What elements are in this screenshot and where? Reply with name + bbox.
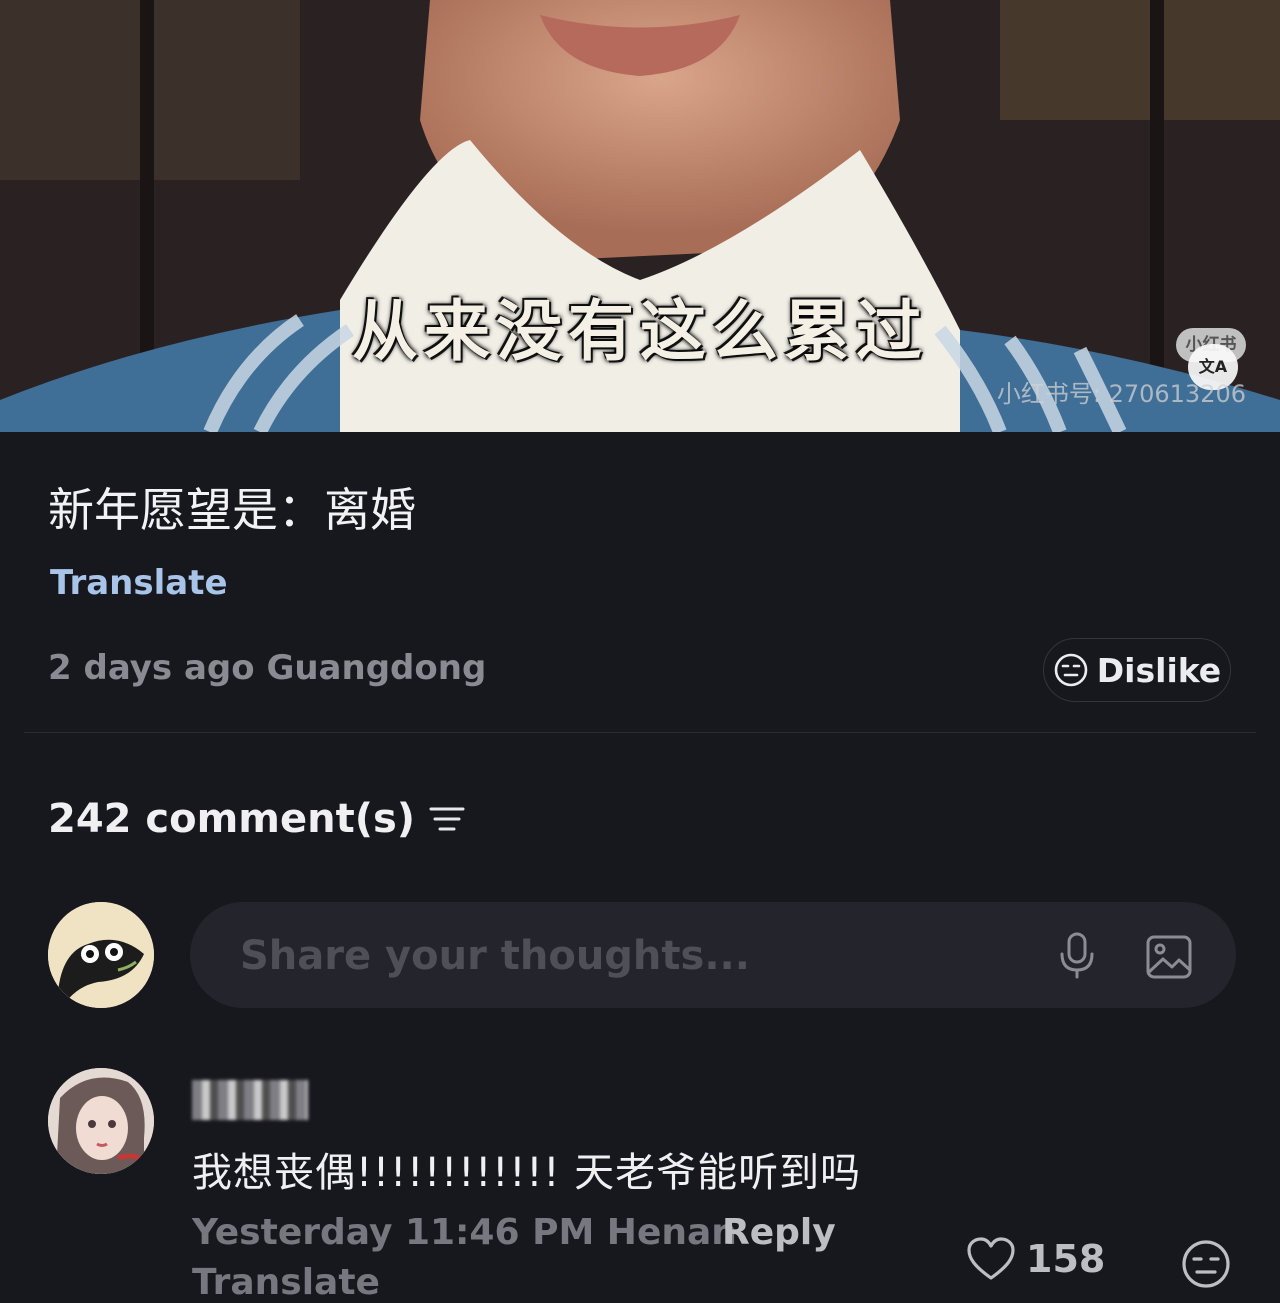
avatar-image xyxy=(48,1068,154,1174)
avatar-image xyxy=(48,902,154,1008)
heart-icon xyxy=(967,1237,1015,1280)
comment-text: 我想丧偶!!!!!!!!!!!! 天老爷能听到吗 xyxy=(192,1150,862,1196)
comment-box[interactable] xyxy=(190,902,1236,1008)
translate-link[interactable]: Translate xyxy=(50,563,228,603)
like-button[interactable]: 158 xyxy=(966,1236,1105,1282)
video-frame[interactable]: 从来没有这么累过 小红书 文A 小红书号: 270613206 xyxy=(0,0,1280,432)
microphone-icon[interactable] xyxy=(1052,930,1102,980)
comment-translate-link[interactable]: Translate xyxy=(192,1262,380,1303)
comment-dislike-icon[interactable] xyxy=(1180,1238,1232,1290)
sort-icon[interactable] xyxy=(429,804,465,834)
comment-meta: Yesterday 11:46 PM Henan xyxy=(192,1212,737,1253)
post-meta: 2 days ago Guangdong xyxy=(48,648,487,688)
like-count: 158 xyxy=(1026,1237,1106,1281)
meh-face-icon xyxy=(1054,653,1088,687)
dislike-button[interactable]: Dislike xyxy=(1043,638,1231,702)
comments-count: 242 comment(s) xyxy=(48,796,416,842)
comments-header: 242 comment(s) xyxy=(48,796,465,842)
post-title: 新年愿望是：离婚 xyxy=(48,483,416,537)
divider xyxy=(24,732,1256,733)
commenter-avatar[interactable] xyxy=(48,1068,154,1174)
watermark-id: 小红书号: 270613206 xyxy=(996,380,1246,408)
video-subtitle: 从来没有这么累过 xyxy=(352,292,928,370)
commenter-name-redacted[interactable] xyxy=(192,1080,308,1120)
dislike-label: Dislike xyxy=(1096,650,1222,690)
reply-button[interactable]: Reply xyxy=(722,1212,836,1253)
comment-input[interactable] xyxy=(238,924,1022,988)
image-icon[interactable] xyxy=(1144,932,1194,982)
my-avatar[interactable] xyxy=(48,902,154,1008)
